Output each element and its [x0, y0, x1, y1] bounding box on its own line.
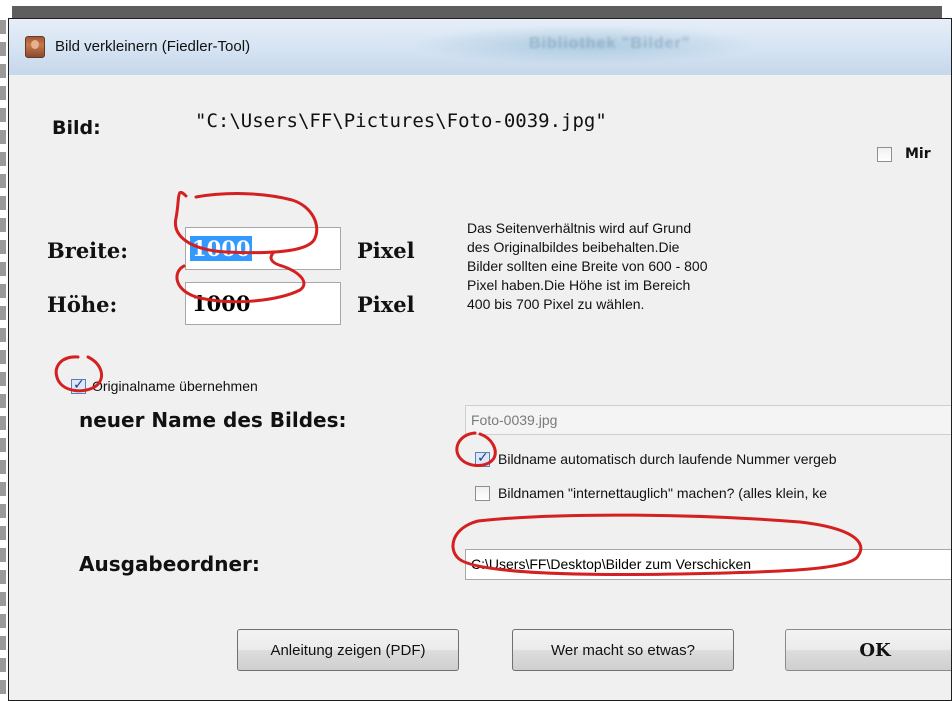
output-folder-value: C:\Users\FF\Desktop\Bilder zum Verschick… [471, 556, 752, 572]
window-shadow [12, 6, 942, 18]
height-value: 1000 [192, 291, 251, 316]
who-button[interactable]: Wer macht so etwas? [512, 629, 734, 671]
aspect-ratio-help-text: Das Seitenverhältnis wird auf Grund des … [467, 219, 707, 314]
left-edge-decoration [0, 20, 6, 701]
width-unit-label: Pixel [357, 238, 415, 263]
mirror-label: Mir [905, 146, 931, 162]
window-title: Bild verkleinern (Fiedler-Tool) [55, 38, 251, 55]
web-safe-checkbox[interactable] [475, 486, 490, 501]
output-folder-input[interactable]: C:\Users\FF\Desktop\Bilder zum Verschick… [465, 549, 951, 580]
width-input[interactable]: 1000 [185, 227, 341, 270]
new-name-value: Foto-0039.jpg [471, 412, 558, 428]
dialog-window: Bibliothek "Bilder" Bild verkleinern (Fi… [8, 18, 952, 701]
help-line: des Originalbildes beibehalten.Die [467, 239, 680, 255]
auto-number-checkbox[interactable] [475, 450, 490, 467]
mirror-checkbox[interactable] [877, 147, 892, 162]
width-label: Breite: [47, 238, 128, 263]
help-line: Das Seitenverhältnis wird auf Grund [467, 220, 692, 236]
background-window-title: Bibliothek "Bilder" [529, 35, 691, 52]
original-name-label: Originalname übernehmen [92, 378, 258, 394]
width-value: 1000 [190, 236, 253, 261]
help-line: Pixel haben.Die Höhe ist im Bereich [467, 277, 691, 293]
height-label: Höhe: [47, 292, 118, 317]
height-input[interactable]: 1000 [185, 282, 341, 325]
auto-number-label: Bildname automatisch durch laufende Numm… [498, 451, 837, 467]
output-folder-label: Ausgabeordner: [79, 552, 260, 576]
web-safe-label: Bildnamen "internettauglich" machen? (al… [498, 485, 828, 501]
help-line: Bilder sollten eine Breite von 600 - 800 [467, 258, 708, 274]
height-unit-label: Pixel [357, 292, 415, 317]
bild-label: Bild: [52, 117, 101, 139]
help-line: 400 bis 700 Pixel zu wählen. [467, 296, 645, 312]
manual-pdf-button[interactable]: Anleitung zeigen (PDF) [237, 629, 459, 671]
dialog-client-area: Bild: "C:\Users\FF\Pictures\Foto-0039.jp… [9, 75, 951, 700]
new-name-label: neuer Name des Bildes: [79, 408, 347, 432]
title-bar[interactable]: Bibliothek "Bilder" Bild verkleinern (Fi… [9, 19, 951, 75]
bild-path: "C:\Users\FF\Pictures\Foto-0039.jpg" [195, 110, 607, 132]
app-icon [25, 36, 45, 58]
ok-button[interactable]: OK [785, 629, 951, 671]
new-name-input[interactable]: Foto-0039.jpg [465, 405, 951, 435]
original-name-checkbox[interactable] [71, 377, 86, 394]
